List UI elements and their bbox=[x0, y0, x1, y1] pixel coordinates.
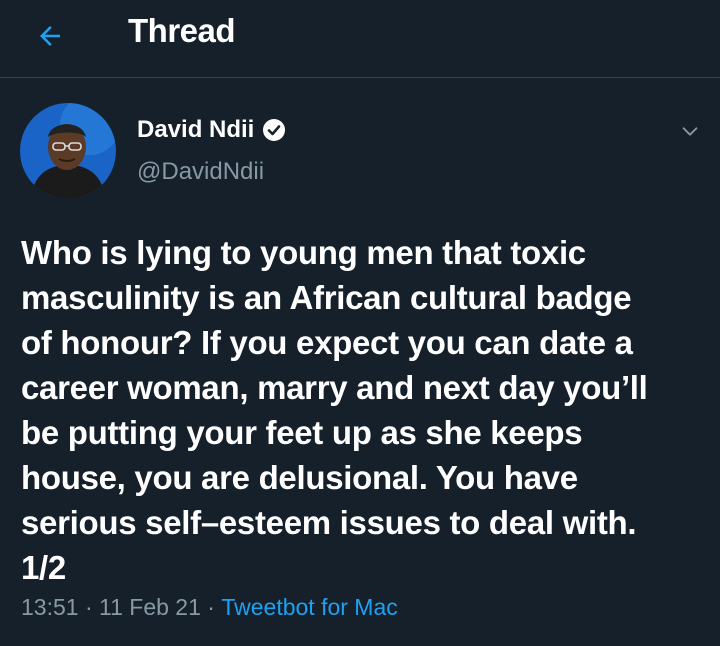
chevron-down-icon bbox=[682, 127, 698, 136]
top-bar: Thread bbox=[0, 0, 720, 78]
tweet-time: 13:51 bbox=[21, 594, 79, 620]
author-handle[interactable]: @DavidNdii bbox=[137, 158, 264, 186]
author-display-name: David Ndii bbox=[137, 116, 255, 143]
tweet-meta: 13:51 · 11 Feb 21 · Tweetbot for Mac bbox=[21, 594, 398, 621]
tweet-text: Who is lying to young men that toxic mas… bbox=[21, 234, 648, 586]
tweet-source-link[interactable]: Tweetbot for Mac bbox=[221, 594, 397, 621]
meta-separator: · bbox=[78, 594, 100, 620]
arrow-left-icon bbox=[40, 26, 60, 46]
tweet-menu-button[interactable] bbox=[675, 116, 705, 146]
back-button[interactable] bbox=[30, 16, 70, 56]
verified-badge-icon bbox=[263, 119, 286, 141]
meta-separator: · bbox=[200, 594, 222, 620]
page-title: Thread bbox=[128, 12, 236, 49]
avatar[interactable] bbox=[20, 103, 116, 199]
author-name-row[interactable]: David Ndii bbox=[137, 116, 286, 144]
tweet-date: 11 Feb 21 bbox=[99, 594, 201, 620]
